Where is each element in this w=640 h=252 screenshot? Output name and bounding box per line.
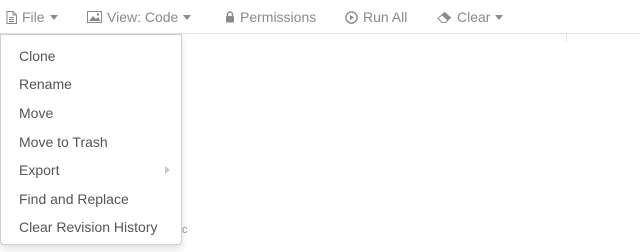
menu-item-label: Clone <box>19 48 56 64</box>
menu-item-find-and-replace[interactable]: Find and Replace <box>1 186 181 212</box>
file-menu-button[interactable]: File <box>6 0 58 34</box>
permissions-label: Permissions <box>240 9 317 25</box>
menu-item-clear-revision-history[interactable]: Clear Revision History <box>1 214 181 240</box>
file-menu-label: File <box>22 9 45 25</box>
chevron-right-icon <box>165 166 170 174</box>
toolbar-separator <box>566 34 567 42</box>
chevron-down-icon <box>49 14 58 20</box>
file-dropdown-menu: Clone Rename Move Move to Trash Export F… <box>0 34 182 245</box>
menu-item-label: Move <box>19 105 54 121</box>
partially-hidden-text: c <box>182 224 188 236</box>
notebook-toolbar: File View: Code Permissions Run All Clea… <box>0 0 640 34</box>
clear-menu-button[interactable]: Clear <box>437 0 504 34</box>
menu-item-label: Export <box>19 162 60 178</box>
menu-item-label: Clear Revision History <box>19 219 158 235</box>
chevron-down-icon <box>183 14 192 20</box>
menu-item-label: Find and Replace <box>19 191 129 207</box>
document-icon <box>6 10 17 24</box>
menu-item-rename[interactable]: Rename <box>1 71 181 97</box>
image-icon <box>87 11 102 23</box>
menu-item-clone[interactable]: Clone <box>1 43 181 69</box>
lock-icon <box>225 11 235 23</box>
menu-item-move-to-trash[interactable]: Move to Trash <box>1 129 181 155</box>
menu-item-label: Move to Trash <box>19 134 108 150</box>
permissions-button[interactable]: Permissions <box>225 0 316 34</box>
chevron-down-icon <box>495 14 504 20</box>
menu-item-move[interactable]: Move <box>1 100 181 126</box>
run-all-label: Run All <box>363 9 408 25</box>
clear-menu-label: Clear <box>457 9 491 25</box>
menu-item-export[interactable]: Export <box>1 157 181 183</box>
view-menu-label: View: Code <box>107 9 179 25</box>
play-circle-icon <box>345 10 358 24</box>
menu-item-label: Rename <box>19 76 72 92</box>
eraser-icon <box>437 11 452 23</box>
run-all-button[interactable]: Run All <box>345 0 407 34</box>
view-menu-button[interactable]: View: Code <box>87 0 192 34</box>
